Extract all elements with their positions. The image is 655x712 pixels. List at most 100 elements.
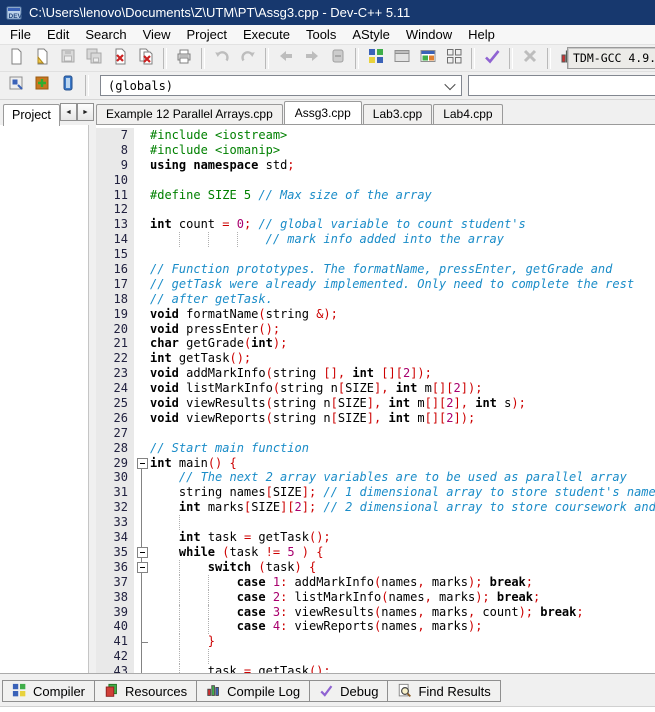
fold-margin: [134, 664, 150, 673]
forward-button[interactable]: [299, 46, 325, 70]
compile-run-button[interactable]: [415, 46, 441, 70]
line-number: 30: [96, 470, 134, 485]
compiler-select-value: TDM-GCC 4.9.: [573, 51, 655, 65]
menu-edit[interactable]: Edit: [39, 26, 77, 43]
editor-tab-example-12-parallel-arrays-cpp[interactable]: Example 12 Parallel Arrays.cpp: [96, 104, 283, 124]
save-button[interactable]: [55, 46, 81, 70]
code-line: 10: [96, 173, 655, 188]
code-text: string names[SIZE]; // 1 dimensional arr…: [150, 485, 655, 500]
bottom-tab-debug[interactable]: Debug: [309, 680, 388, 702]
fold-margin: [134, 277, 150, 292]
tab-scroll-right-button[interactable]: ►: [77, 103, 94, 121]
toggle-bookmark-button[interactable]: [29, 74, 55, 98]
rebuild-button[interactable]: [441, 46, 467, 70]
goto-line-icon: [329, 47, 347, 70]
toolbar-separator: [471, 48, 475, 69]
code-line: 30 // The next 2 array variables are to …: [96, 470, 655, 485]
editor-tab-assg3-cpp[interactable]: Assg3.cpp: [284, 101, 362, 125]
syntax-check-button[interactable]: [479, 46, 505, 70]
panel-splitter[interactable]: [89, 125, 96, 673]
line-number: 34: [96, 530, 134, 545]
goto-line-button[interactable]: [325, 46, 351, 70]
fold-margin: [134, 307, 150, 322]
fold-toggle-icon[interactable]: [137, 562, 148, 573]
code-text: #define SIZE 5 // Max size of the array: [150, 188, 655, 203]
code-line: 14 // mark info added into the array: [96, 232, 655, 247]
menu-tools[interactable]: Tools: [298, 26, 344, 43]
line-number: 38: [96, 590, 134, 605]
editor-tab-lab4-cpp[interactable]: Lab4.cpp: [433, 104, 502, 124]
run-button[interactable]: [389, 46, 415, 70]
fold-toggle-icon[interactable]: [137, 547, 148, 558]
resources-tab-icon: [104, 683, 120, 699]
undo-icon: [213, 47, 231, 70]
code-editor[interactable]: 7#include <iostream>8#include <iomanip>9…: [96, 125, 655, 673]
bottom-tab-label: Compile Log: [227, 684, 300, 699]
line-number: 28: [96, 441, 134, 456]
bottom-tab-compiler[interactable]: Compiler: [2, 680, 95, 702]
chevron-down-icon: [444, 78, 455, 89]
menu-window[interactable]: Window: [398, 26, 460, 43]
tab-project[interactable]: Project: [3, 104, 60, 126]
menu-execute[interactable]: Execute: [235, 26, 298, 43]
code-text: switch (task) {: [150, 560, 655, 575]
bottom-tab-label: Find Results: [418, 684, 490, 699]
back-button[interactable]: [273, 46, 299, 70]
line-number: 43: [96, 664, 134, 673]
redo-button[interactable]: [235, 46, 261, 70]
bottom-tab-resources[interactable]: Resources: [94, 680, 197, 702]
class-browser-value: (globals): [108, 79, 173, 93]
close-file-icon: [111, 47, 129, 70]
close-all-button[interactable]: [133, 46, 159, 70]
menu-file[interactable]: File: [2, 26, 39, 43]
toolbar-separator: [355, 48, 359, 69]
code-text: [150, 202, 655, 217]
bottom-tab-find-results[interactable]: Find Results: [387, 680, 500, 702]
code-line: 29int main() {: [96, 456, 655, 471]
class-browser-combo[interactable]: (globals): [100, 75, 462, 96]
title-bar: DEV C:\Users\lenovo\Documents\Z\UTM\PT\A…: [0, 0, 655, 25]
code-text: [150, 173, 655, 188]
tab-scroll-left-button[interactable]: ◄: [60, 103, 77, 121]
line-number: 7: [96, 128, 134, 143]
fold-margin: [134, 605, 150, 620]
save-all-icon: [85, 47, 103, 70]
close-file-button[interactable]: [107, 46, 133, 70]
print-button[interactable]: [171, 46, 197, 70]
undo-button[interactable]: [209, 46, 235, 70]
code-line: 13int count = 0; // global variable to c…: [96, 217, 655, 232]
compiler-select-combo[interactable]: TDM-GCC 4.9.: [567, 47, 655, 69]
code-text: void listMarkInfo(string n[SIZE], int m[…: [150, 381, 655, 396]
menu-project[interactable]: Project: [179, 26, 235, 43]
project-tree-panel[interactable]: [0, 125, 89, 673]
save-all-button[interactable]: [81, 46, 107, 70]
fold-margin: [134, 381, 150, 396]
member-combo[interactable]: [468, 75, 655, 96]
new-file-button[interactable]: [3, 46, 29, 70]
code-text: }: [150, 634, 655, 649]
compile-button[interactable]: [363, 46, 389, 70]
compiler-tab-icon: [12, 683, 28, 699]
code-line: 20void pressEnter();: [96, 322, 655, 337]
menu-view[interactable]: View: [135, 26, 179, 43]
insert-button[interactable]: [3, 74, 29, 98]
menu-astyle[interactable]: AStyle: [344, 26, 398, 43]
fold-toggle-icon[interactable]: [137, 458, 148, 469]
menu-search[interactable]: Search: [77, 26, 134, 43]
bottom-tab-compile-log[interactable]: Compile Log: [196, 680, 310, 702]
open-file-icon: [33, 47, 51, 70]
compile-icon: [367, 47, 385, 70]
goto-bookmark-icon: [59, 74, 77, 97]
open-file-button[interactable]: [29, 46, 55, 70]
abort-button[interactable]: [517, 46, 543, 70]
line-number: 33: [96, 515, 134, 530]
goto-bookmark-button[interactable]: [55, 74, 81, 98]
line-number: 21: [96, 336, 134, 351]
code-text: using namespace std;: [150, 158, 655, 173]
menu-help[interactable]: Help: [460, 26, 503, 43]
line-number: 25: [96, 396, 134, 411]
code-text: // The next 2 array variables are to be …: [150, 470, 655, 485]
editor-tab-lab3-cpp[interactable]: Lab3.cpp: [363, 104, 432, 124]
code-text: void viewResults(string n[SIZE], int m[]…: [150, 396, 655, 411]
print-icon: [175, 47, 193, 70]
